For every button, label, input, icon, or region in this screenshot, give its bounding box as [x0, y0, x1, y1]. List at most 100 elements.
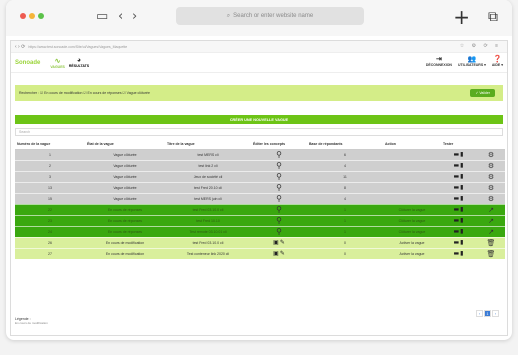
- inner-nav-icons[interactable]: ‹ › ⟳: [15, 44, 25, 50]
- create-wave-button[interactable]: CRÉER UNE NOUVELLE VAGUE: [15, 115, 503, 124]
- cell-action[interactable]: Activer la vague: [383, 248, 441, 260]
- col-header-number[interactable]: Numéro de la vague: [15, 139, 85, 150]
- magnifier-icon[interactable]: ⚲: [276, 172, 282, 181]
- device-icon[interactable]: ▬▮: [454, 239, 465, 246]
- cell-number: 1: [15, 149, 85, 161]
- cell-extra: ⚙: [477, 149, 505, 161]
- cell-action[interactable]: Clôturer la vague: [383, 215, 441, 227]
- nav-item-vagues[interactable]: ∿ VAGUES: [50, 57, 65, 69]
- trash-icon[interactable]: 🗑: [487, 239, 496, 247]
- share-icon[interactable]: ↗: [488, 217, 494, 225]
- filter-options[interactable]: Rechercher : ☑ En cours de modification …: [19, 91, 150, 95]
- logout-button[interactable]: ⇥ DÉCONNEXION: [426, 55, 452, 67]
- cell-state: Vague clôturée: [85, 160, 165, 172]
- cell-title: Test remote 03.10.01 cli: [165, 226, 251, 238]
- device-icon[interactable]: ▬▮: [454, 162, 465, 169]
- cell-action[interactable]: Clôturer la vague: [383, 226, 441, 238]
- maximize-window-button[interactable]: [38, 13, 44, 19]
- settings-icon[interactable]: ⚙: [488, 162, 494, 170]
- inner-extension-icons[interactable]: ☆ ⚙ ⟳ ≡: [460, 43, 501, 49]
- magnifier-icon[interactable]: ⚲: [276, 194, 282, 203]
- pager-page-1[interactable]: 1: [484, 310, 491, 317]
- settings-icon[interactable]: ⚙: [488, 195, 494, 203]
- col-header-state[interactable]: État de la vague: [85, 139, 165, 150]
- cell-action: [383, 160, 441, 172]
- minimize-window-button[interactable]: [29, 13, 35, 19]
- device-icon[interactable]: ▬▮: [454, 195, 465, 202]
- device-icon[interactable]: ▬▮: [454, 206, 465, 213]
- trash-icon[interactable]: 🗑: [487, 250, 496, 258]
- cell-tester: ▬▮: [441, 160, 477, 172]
- col-header-tester[interactable]: Tester: [441, 139, 477, 150]
- device-icon[interactable]: ▬▮: [454, 217, 465, 224]
- table-header-row: Numéro de la vague État de la vague Titr…: [15, 139, 505, 150]
- back-icon[interactable]: ‹: [118, 9, 123, 24]
- magnifier-icon[interactable]: ⚲: [276, 227, 282, 236]
- magnifier-icon[interactable]: ⚲: [276, 216, 282, 225]
- users-icon: 👥: [467, 56, 477, 63]
- settings-icon[interactable]: ⚙: [488, 173, 494, 181]
- table-row: 3 Vague clôturée Jeux de société cli ⚲ 11 ▬▮ ⚙: [15, 171, 505, 183]
- pager-next[interactable]: ›: [492, 310, 499, 317]
- image-icon[interactable]: ▣: [273, 239, 279, 246]
- col-header-title[interactable]: Titre de la vague: [165, 139, 251, 150]
- sidebar-icon[interactable]: ▭: [96, 9, 108, 24]
- legend: Légende : En cours de modification: [15, 317, 48, 325]
- device-icon[interactable]: ▬▮: [454, 184, 465, 191]
- cell-action[interactable]: Clôturer la vague: [383, 204, 441, 216]
- edit-icon[interactable]: ✎: [280, 250, 285, 257]
- magnifier-icon[interactable]: ⚲: [276, 205, 282, 214]
- table-row: 27 En cours de modification Test conteneur…: [15, 248, 505, 260]
- device-icon[interactable]: ▬▮: [454, 250, 465, 257]
- edit-icon[interactable]: ✎: [280, 239, 285, 246]
- address-placeholder: Search or enter website name: [233, 13, 314, 19]
- users-menu[interactable]: 👥 UTILISATEURS ▾: [458, 55, 486, 67]
- cell-action: [383, 193, 441, 205]
- cell-concepts: ⚲: [251, 226, 307, 238]
- close-window-button[interactable]: [20, 13, 26, 19]
- cell-title: Jeux de société cli: [165, 171, 251, 183]
- magnifier-icon[interactable]: ⚲: [276, 161, 282, 170]
- col-header-concepts[interactable]: Éditer les concepts: [251, 139, 307, 150]
- magnifier-icon[interactable]: ⚲: [276, 150, 282, 159]
- pager-prev[interactable]: ‹: [476, 310, 483, 317]
- cell-extra: 🗑: [477, 248, 505, 260]
- table-row: 24 En cours de réponses Test remote 03.10.…: [15, 226, 505, 238]
- tab-overview-icon[interactable]: ⧉: [488, 9, 498, 25]
- main-nav: ∿ VAGUES ◕ RÉSULTATS: [50, 57, 89, 69]
- cell-base: 4: [307, 193, 383, 205]
- cell-number: 24: [15, 226, 85, 238]
- device-icon[interactable]: ▬▮: [454, 151, 465, 158]
- cell-tester: ▬▮: [441, 226, 477, 238]
- cell-concepts: ⚲: [251, 160, 307, 172]
- search-input[interactable]: Search: [15, 128, 503, 136]
- device-icon[interactable]: ▬▮: [454, 228, 465, 235]
- magnifier-icon[interactable]: ⚲: [276, 183, 282, 192]
- table-row: 1 Vague clôturée test MERS cli ⚲ 6 ▬▮ ⚙: [15, 149, 505, 161]
- pie-chart-icon: ◕: [76, 56, 82, 64]
- settings-icon[interactable]: ⚙: [488, 184, 494, 192]
- forward-icon[interactable]: ›: [132, 9, 137, 24]
- cell-action[interactable]: Activer la vague: [383, 237, 441, 249]
- address-bar[interactable]: ⌕ Search or enter website name: [176, 7, 364, 25]
- settings-icon[interactable]: ⚙: [488, 151, 494, 159]
- wave-icon: ∿: [54, 57, 61, 65]
- nav-item-resultats[interactable]: ◕ RÉSULTATS: [69, 57, 89, 69]
- table-row: 26 En cours de modification test Fred 03.1…: [15, 237, 505, 249]
- cell-title: test Fred 03.10.0 cli: [165, 204, 251, 216]
- table-row: 22 En cours de réponses test Fred 03.10.0 …: [15, 204, 505, 216]
- share-icon[interactable]: ↗: [488, 206, 494, 214]
- cell-state: Vague clôturée: [85, 193, 165, 205]
- cell-number: 22: [15, 204, 85, 216]
- new-tab-icon[interactable]: +: [453, 5, 470, 29]
- inner-url-bar[interactable]: ‹ › ⟳ https://www.test.sonoade.com/Site/…: [11, 41, 507, 53]
- col-header-action[interactable]: Action: [383, 139, 441, 150]
- col-header-base[interactable]: Base de répondants: [307, 139, 383, 150]
- cell-state: En cours de modification: [85, 248, 165, 260]
- share-icon[interactable]: ↗: [488, 228, 494, 236]
- cell-number: 13: [15, 182, 85, 194]
- validate-button[interactable]: ✓ Valider: [470, 89, 495, 97]
- help-menu[interactable]: ❓ AIDE ▾: [492, 55, 503, 67]
- image-icon[interactable]: ▣: [273, 250, 279, 257]
- device-icon[interactable]: ▬▮: [454, 173, 465, 180]
